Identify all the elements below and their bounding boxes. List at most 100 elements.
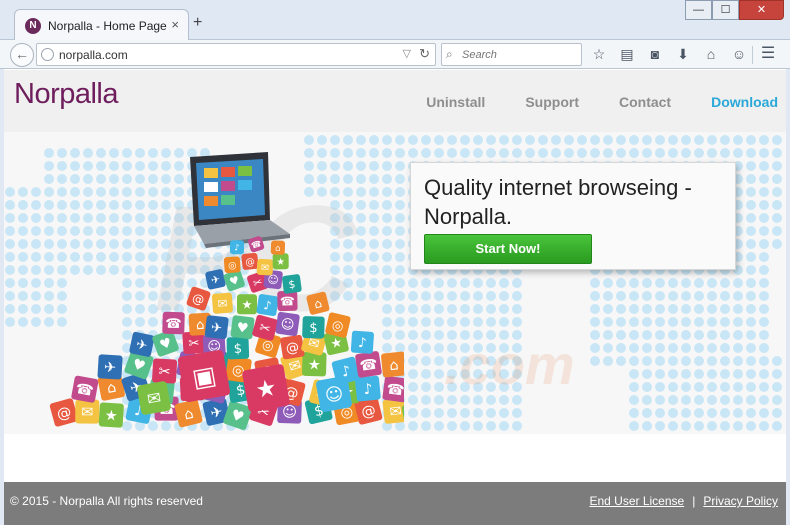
map-dot bbox=[681, 278, 691, 288]
map-dot bbox=[447, 135, 457, 145]
map-dot bbox=[707, 317, 717, 327]
map-dot bbox=[759, 148, 769, 158]
map-dot bbox=[460, 421, 470, 431]
map-dot bbox=[642, 369, 652, 379]
search-bar[interactable]: ⌕ bbox=[441, 43, 582, 66]
map-dot bbox=[642, 382, 652, 392]
app-tile-icon: ✉ bbox=[75, 399, 100, 424]
map-dot bbox=[642, 291, 652, 301]
nav-uninstall[interactable]: Uninstall bbox=[426, 94, 485, 110]
privacy-policy-link[interactable]: Privacy Policy bbox=[703, 494, 778, 508]
svg-text:$: $ bbox=[309, 321, 318, 336]
app-tile-icon: ★ bbox=[98, 402, 124, 428]
map-dot bbox=[668, 278, 678, 288]
map-dot bbox=[655, 421, 665, 431]
norpalla-logo[interactable]: Norpalla bbox=[14, 78, 119, 111]
download-icon[interactable]: ⬇ bbox=[674, 44, 692, 64]
nav-contact[interactable]: Contact bbox=[619, 94, 671, 110]
hamburger-menu-icon[interactable]: ☰ bbox=[758, 44, 778, 64]
map-dot bbox=[733, 317, 743, 327]
map-dot bbox=[590, 135, 600, 145]
map-dot bbox=[642, 148, 652, 158]
reload-icon[interactable]: ↻ bbox=[419, 46, 430, 62]
map-dot bbox=[512, 291, 522, 301]
minimize-button[interactable]: — bbox=[685, 0, 712, 20]
nav-support[interactable]: Support bbox=[525, 94, 579, 110]
map-dot bbox=[629, 395, 639, 405]
map-dot bbox=[746, 356, 756, 366]
map-dot bbox=[616, 317, 626, 327]
map-dot bbox=[473, 408, 483, 418]
map-dot bbox=[707, 408, 717, 418]
map-dot bbox=[434, 369, 444, 379]
url-dropdown-icon[interactable]: ▽ bbox=[403, 47, 411, 60]
map-dot bbox=[694, 421, 704, 431]
map-dot bbox=[616, 330, 626, 340]
map-dot bbox=[616, 291, 626, 301]
map-dot bbox=[759, 304, 769, 314]
map-dot bbox=[759, 213, 769, 223]
map-dot bbox=[408, 135, 418, 145]
map-dot bbox=[759, 174, 769, 184]
pocket-icon[interactable]: ◙ bbox=[646, 44, 664, 64]
tab-close-icon[interactable]: × bbox=[171, 17, 179, 32]
home-icon[interactable]: ⌂ bbox=[702, 44, 720, 64]
app-tile-icon: ⌂ bbox=[270, 240, 286, 255]
map-dot bbox=[746, 200, 756, 210]
app-tile-icon: ✂ bbox=[152, 358, 178, 384]
start-now-button[interactable]: Start Now! bbox=[424, 234, 592, 264]
map-dot bbox=[681, 421, 691, 431]
map-dot bbox=[655, 356, 665, 366]
map-dot bbox=[759, 239, 769, 249]
map-dot bbox=[590, 317, 600, 327]
toolbar-divider bbox=[752, 46, 753, 64]
map-dot bbox=[668, 395, 678, 405]
map-dot bbox=[759, 395, 769, 405]
map-dot bbox=[694, 356, 704, 366]
map-dot bbox=[421, 369, 431, 379]
app-tile-icon: ♪ bbox=[350, 330, 374, 354]
map-dot bbox=[668, 135, 678, 145]
svg-text:✉: ✉ bbox=[81, 405, 93, 421]
map-dot bbox=[512, 278, 522, 288]
map-dot bbox=[486, 278, 496, 288]
app-tile-icon: ✉ bbox=[211, 292, 233, 314]
end-user-license-link[interactable]: End User License bbox=[589, 494, 684, 508]
reading-list-icon[interactable]: ▤ bbox=[618, 44, 636, 64]
map-dot bbox=[668, 421, 678, 431]
svg-text:☎: ☎ bbox=[74, 381, 95, 400]
map-dot bbox=[694, 317, 704, 327]
svg-text:✉: ✉ bbox=[217, 296, 228, 311]
map-dot bbox=[408, 278, 418, 288]
url-bar[interactable]: norpalla.com ▽ ↻ bbox=[36, 43, 436, 66]
app-tile-icon: ✈ bbox=[129, 331, 155, 357]
map-dot bbox=[590, 343, 600, 353]
star-icon[interactable]: ☆ bbox=[590, 44, 608, 64]
map-dot bbox=[486, 135, 496, 145]
map-dot bbox=[460, 135, 470, 145]
map-dot bbox=[707, 356, 717, 366]
search-input[interactable] bbox=[462, 46, 577, 63]
map-dot bbox=[655, 278, 665, 288]
map-dot bbox=[499, 408, 509, 418]
map-dot bbox=[629, 382, 639, 392]
map-dot bbox=[642, 317, 652, 327]
app-tile-icon: ⌂ bbox=[381, 351, 404, 378]
norpalla-favicon-icon: N bbox=[25, 18, 41, 34]
map-dot bbox=[434, 382, 444, 392]
url-text[interactable]: norpalla.com bbox=[59, 48, 128, 62]
nav-download[interactable]: Download bbox=[711, 94, 778, 110]
map-dot bbox=[486, 291, 496, 301]
back-arrow-icon: ← bbox=[15, 46, 29, 62]
app-tile-icon: ✈ bbox=[97, 354, 123, 380]
map-dot bbox=[681, 291, 691, 301]
browser-tab[interactable]: N Norpalla - Home Page × bbox=[14, 9, 189, 41]
maximize-button[interactable]: ☐ bbox=[712, 0, 739, 20]
close-window-button[interactable]: ✕ bbox=[739, 0, 784, 20]
app-tile-icon: ♪ bbox=[256, 294, 279, 317]
new-tab-button[interactable]: + bbox=[193, 14, 202, 32]
map-dot bbox=[720, 369, 730, 379]
back-button[interactable]: ← bbox=[10, 43, 34, 67]
svg-text:☎: ☎ bbox=[165, 317, 182, 332]
chat-icon[interactable]: ☺ bbox=[730, 44, 748, 64]
